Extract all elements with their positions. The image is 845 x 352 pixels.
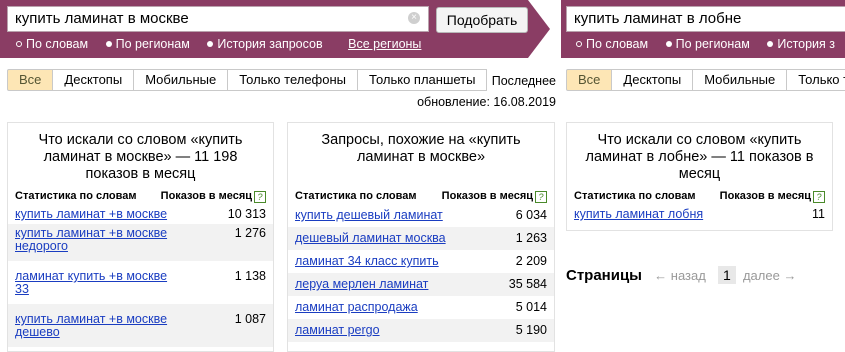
query-link[interactable]: купить дешевый ламинат	[295, 209, 443, 222]
help-icon[interactable]: ?	[535, 191, 547, 203]
shows-count: 1 263	[515, 231, 547, 245]
right-tab-mobile[interactable]: Мобильные	[693, 69, 788, 91]
table-row: ламинат распродажа 5 014	[288, 296, 554, 319]
help-icon[interactable]: ?	[813, 191, 825, 203]
last-updated-date: обновление: 16.08.2019	[417, 95, 556, 109]
shows-count: 5 014	[515, 300, 547, 314]
table-row: ламинат pergo 5 190	[288, 319, 554, 342]
query-link[interactable]: купить ламинат +в москве	[15, 208, 170, 221]
query-link[interactable]: ламинат купить +в москве 33	[15, 270, 170, 296]
right-search-input[interactable]: купить ламинат в лобне	[566, 6, 845, 32]
table-row: купить ламинат +в москве недорого 1 276	[8, 224, 273, 261]
next-page: далее →	[742, 268, 797, 283]
shows-count: 1 087	[234, 312, 266, 326]
table-row: дешевый ламинат москва 1 263	[288, 227, 554, 250]
pagination-title: Страницы	[566, 267, 642, 284]
submit-button[interactable]: Подобрать	[436, 7, 528, 33]
right-words-stats-panel: Что искали со словом «купить ламинат в л…	[566, 122, 833, 231]
radio-selected-icon	[576, 41, 582, 47]
tab-mobile[interactable]: Мобильные	[134, 69, 229, 91]
query-link[interactable]: дешевый ламинат москва	[295, 232, 446, 245]
left-device-tabs: Все Десктопы Мобильные Только телефоны Т…	[7, 69, 488, 91]
table-header: Статистика по словам Показов в месяц?	[288, 188, 554, 205]
help-icon[interactable]: ?	[254, 191, 266, 203]
right-tab-desktops[interactable]: Десктопы	[612, 69, 694, 91]
left-search-input[interactable]: купить ламинат в москве ×	[7, 6, 429, 32]
table-row: ламинат купить +в москве 33 1 138	[8, 261, 273, 304]
radio-selected-icon	[16, 41, 22, 47]
right-tab-all[interactable]: Все	[566, 69, 613, 91]
clear-icon[interactable]: ×	[408, 12, 420, 24]
tab-phones[interactable]: Только телефоны	[228, 69, 359, 91]
prev-page: ← назад	[654, 268, 706, 283]
col-shows: Показов в месяц	[719, 190, 811, 202]
right-device-tabs: Все Десктопы Мобильные Только т	[566, 69, 845, 91]
table-row: купить дешевый ламинат 6 034	[288, 205, 554, 227]
right-search-value: купить ламинат в лобне	[574, 10, 742, 27]
shows-count: 1 276	[234, 226, 266, 240]
current-page: 1	[718, 266, 736, 284]
radio-icon	[767, 41, 774, 47]
shows-count: 1 138	[234, 269, 266, 283]
col-words: Статистика по словам	[15, 190, 137, 202]
panel-title: Что искали со словом «купить ламинат в м…	[38, 132, 243, 182]
shows-count: 2 209	[515, 254, 547, 268]
table-row: купить ламинат +в москве дешево 1 087	[8, 304, 273, 347]
col-words: Статистика по словам	[295, 190, 417, 202]
query-link[interactable]: леруа мерлен ламинат	[295, 278, 428, 291]
query-link[interactable]: купить ламинат лобня	[574, 208, 703, 221]
shows-count: 35 584	[508, 277, 547, 291]
last-updated-label: Последнее	[491, 74, 556, 88]
query-link[interactable]: ламинат 34 класс купить	[295, 255, 439, 268]
query-link[interactable]: купить ламинат +в москве дешево	[15, 313, 170, 339]
query-link[interactable]: ламинат pergo	[295, 324, 380, 337]
all-regions-link[interactable]: Все регионы	[348, 37, 421, 51]
similar-queries-panel: Запросы, похожие на «купить ламинат в мо…	[287, 122, 555, 352]
right-mode-by-regions[interactable]: По регионам	[665, 37, 750, 51]
shows-count: 10 313	[227, 207, 266, 221]
shows-count: 11	[812, 207, 825, 221]
tab-all[interactable]: Все	[7, 69, 54, 91]
left-mode-radios: По словам По регионам История запросов В…	[16, 37, 435, 51]
query-link[interactable]: ламинат распродажа	[295, 301, 418, 314]
col-shows: Показов в месяц	[160, 190, 252, 202]
last-updated: Последнее обновление: 16.08.2019	[417, 71, 556, 113]
right-mode-history[interactable]: История з	[767, 37, 835, 51]
pagination: Страницы ← назад 1 далее →	[566, 266, 796, 284]
table-header: Статистика по словам Показов в месяц?	[567, 188, 832, 205]
col-shows: Показов в месяц	[441, 190, 533, 202]
radio-icon	[665, 41, 672, 47]
right-mode-by-words[interactable]: По словам	[576, 37, 648, 51]
table-row: купить ламинат +в москве 10 313	[8, 205, 273, 224]
panel-title: Что искали со словом «купить ламинат в л…	[585, 132, 814, 182]
mode-by-words[interactable]: По словам	[16, 37, 88, 51]
table-row: купить ламинат лобня 11	[567, 205, 832, 224]
tab-desktops[interactable]: Десктопы	[53, 69, 135, 91]
shows-count: 5 190	[515, 323, 547, 337]
right-mode-radios: По словам По регионам История з	[576, 37, 845, 51]
query-link[interactable]: купить ламинат +в москве недорого	[15, 227, 170, 253]
table-row: ламинат 34 класс купить 2 209	[288, 250, 554, 273]
table-header: Статистика по словам Показов в месяц?	[8, 188, 273, 205]
table-row: леруа мерлен ламинат 35 584	[288, 273, 554, 296]
panel-title: Запросы, похожие на «купить ламинат в мо…	[321, 132, 521, 165]
mode-by-regions[interactable]: По регионам	[105, 37, 190, 51]
left-search-value: купить ламинат в москве	[15, 10, 189, 27]
radio-icon	[105, 41, 112, 47]
tab-tablets[interactable]: Только планшеты	[358, 69, 488, 91]
right-tab-phones[interactable]: Только т	[787, 69, 845, 91]
mode-history[interactable]: История запросов	[207, 37, 323, 51]
header-arrow	[528, 0, 550, 58]
col-words: Статистика по словам	[574, 190, 696, 202]
words-stats-panel: Что искали со словом «купить ламинат в м…	[7, 122, 274, 352]
radio-icon	[207, 41, 214, 47]
shows-count: 6 034	[515, 208, 547, 222]
